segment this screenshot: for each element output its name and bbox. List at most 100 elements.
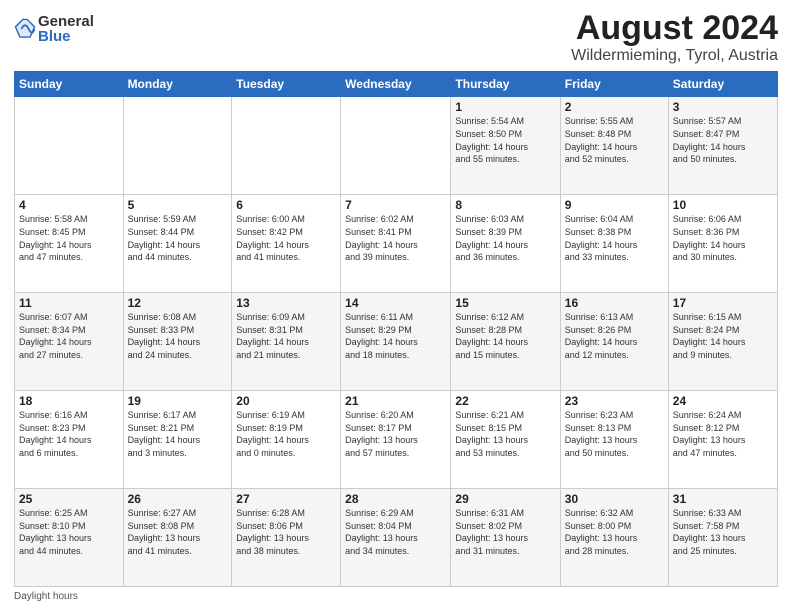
calendar-cell: 10Sunrise: 6:06 AM Sunset: 8:36 PM Dayli…: [668, 195, 777, 293]
day-info: Sunrise: 5:58 AM Sunset: 8:45 PM Dayligh…: [19, 213, 119, 263]
calendar-cell: 14Sunrise: 6:11 AM Sunset: 8:29 PM Dayli…: [341, 293, 451, 391]
day-number: 17: [673, 296, 773, 310]
day-header-row: Sunday Monday Tuesday Wednesday Thursday…: [15, 72, 778, 97]
day-number: 8: [455, 198, 555, 212]
day-info: Sunrise: 6:04 AM Sunset: 8:38 PM Dayligh…: [565, 213, 664, 263]
day-number: 20: [236, 394, 336, 408]
day-info: Sunrise: 6:31 AM Sunset: 8:02 PM Dayligh…: [455, 507, 555, 557]
header-tuesday: Tuesday: [232, 72, 341, 97]
calendar-cell: 13Sunrise: 6:09 AM Sunset: 8:31 PM Dayli…: [232, 293, 341, 391]
day-number: 29: [455, 492, 555, 506]
calendar-week-2: 4Sunrise: 5:58 AM Sunset: 8:45 PM Daylig…: [15, 195, 778, 293]
calendar-cell: 21Sunrise: 6:20 AM Sunset: 8:17 PM Dayli…: [341, 391, 451, 489]
day-number: 25: [19, 492, 119, 506]
day-info: Sunrise: 5:57 AM Sunset: 8:47 PM Dayligh…: [673, 115, 773, 165]
calendar-cell: 18Sunrise: 6:16 AM Sunset: 8:23 PM Dayli…: [15, 391, 124, 489]
header-sunday: Sunday: [15, 72, 124, 97]
calendar-table: Sunday Monday Tuesday Wednesday Thursday…: [14, 71, 778, 587]
day-number: 1: [455, 100, 555, 114]
header-friday: Friday: [560, 72, 668, 97]
day-number: 16: [565, 296, 664, 310]
calendar-cell: 8Sunrise: 6:03 AM Sunset: 8:39 PM Daylig…: [451, 195, 560, 293]
daylight-label: Daylight hours: [14, 591, 78, 602]
calendar-cell: 22Sunrise: 6:21 AM Sunset: 8:15 PM Dayli…: [451, 391, 560, 489]
day-number: 22: [455, 394, 555, 408]
day-number: 13: [236, 296, 336, 310]
day-number: 21: [345, 394, 446, 408]
calendar-cell: [341, 97, 451, 195]
day-number: 31: [673, 492, 773, 506]
calendar-cell: 1Sunrise: 5:54 AM Sunset: 8:50 PM Daylig…: [451, 97, 560, 195]
logo-icon: [14, 18, 36, 40]
day-info: Sunrise: 6:17 AM Sunset: 8:21 PM Dayligh…: [128, 409, 228, 459]
calendar-week-5: 25Sunrise: 6:25 AM Sunset: 8:10 PM Dayli…: [15, 489, 778, 587]
calendar-cell: 3Sunrise: 5:57 AM Sunset: 8:47 PM Daylig…: [668, 97, 777, 195]
day-info: Sunrise: 5:55 AM Sunset: 8:48 PM Dayligh…: [565, 115, 664, 165]
calendar-week-1: 1Sunrise: 5:54 AM Sunset: 8:50 PM Daylig…: [15, 97, 778, 195]
day-info: Sunrise: 6:16 AM Sunset: 8:23 PM Dayligh…: [19, 409, 119, 459]
month-title: August 2024: [571, 10, 778, 47]
calendar-cell: 26Sunrise: 6:27 AM Sunset: 8:08 PM Dayli…: [123, 489, 232, 587]
header-thursday: Thursday: [451, 72, 560, 97]
day-info: Sunrise: 5:54 AM Sunset: 8:50 PM Dayligh…: [455, 115, 555, 165]
calendar-cell: 20Sunrise: 6:19 AM Sunset: 8:19 PM Dayli…: [232, 391, 341, 489]
calendar-cell: 7Sunrise: 6:02 AM Sunset: 8:41 PM Daylig…: [341, 195, 451, 293]
day-info: Sunrise: 6:03 AM Sunset: 8:39 PM Dayligh…: [455, 213, 555, 263]
header-wednesday: Wednesday: [341, 72, 451, 97]
day-info: Sunrise: 6:12 AM Sunset: 8:28 PM Dayligh…: [455, 311, 555, 361]
day-info: Sunrise: 6:32 AM Sunset: 8:00 PM Dayligh…: [565, 507, 664, 557]
day-info: Sunrise: 6:27 AM Sunset: 8:08 PM Dayligh…: [128, 507, 228, 557]
calendar-cell: 31Sunrise: 6:33 AM Sunset: 7:58 PM Dayli…: [668, 489, 777, 587]
day-number: 6: [236, 198, 336, 212]
day-number: 11: [19, 296, 119, 310]
day-number: 23: [565, 394, 664, 408]
calendar-cell: 17Sunrise: 6:15 AM Sunset: 8:24 PM Dayli…: [668, 293, 777, 391]
day-info: Sunrise: 6:25 AM Sunset: 8:10 PM Dayligh…: [19, 507, 119, 557]
day-number: 5: [128, 198, 228, 212]
day-info: Sunrise: 6:11 AM Sunset: 8:29 PM Dayligh…: [345, 311, 446, 361]
day-info: Sunrise: 6:33 AM Sunset: 7:58 PM Dayligh…: [673, 507, 773, 557]
day-number: 18: [19, 394, 119, 408]
day-number: 15: [455, 296, 555, 310]
day-info: Sunrise: 6:02 AM Sunset: 8:41 PM Dayligh…: [345, 213, 446, 263]
header-monday: Monday: [123, 72, 232, 97]
day-number: 28: [345, 492, 446, 506]
page: General Blue August 2024 Wildermieming, …: [0, 0, 792, 612]
day-info: Sunrise: 6:23 AM Sunset: 8:13 PM Dayligh…: [565, 409, 664, 459]
day-number: 2: [565, 100, 664, 114]
calendar-cell: 28Sunrise: 6:29 AM Sunset: 8:04 PM Dayli…: [341, 489, 451, 587]
logo-text: General Blue: [38, 14, 94, 44]
calendar-cell: [123, 97, 232, 195]
calendar-cell: 15Sunrise: 6:12 AM Sunset: 8:28 PM Dayli…: [451, 293, 560, 391]
day-info: Sunrise: 6:21 AM Sunset: 8:15 PM Dayligh…: [455, 409, 555, 459]
day-info: Sunrise: 6:07 AM Sunset: 8:34 PM Dayligh…: [19, 311, 119, 361]
calendar-cell: 30Sunrise: 6:32 AM Sunset: 8:00 PM Dayli…: [560, 489, 668, 587]
calendar-cell: [232, 97, 341, 195]
day-info: Sunrise: 6:13 AM Sunset: 8:26 PM Dayligh…: [565, 311, 664, 361]
calendar-cell: 5Sunrise: 5:59 AM Sunset: 8:44 PM Daylig…: [123, 195, 232, 293]
day-number: 10: [673, 198, 773, 212]
day-info: Sunrise: 6:24 AM Sunset: 8:12 PM Dayligh…: [673, 409, 773, 459]
calendar-week-4: 18Sunrise: 6:16 AM Sunset: 8:23 PM Dayli…: [15, 391, 778, 489]
calendar-cell: 11Sunrise: 6:07 AM Sunset: 8:34 PM Dayli…: [15, 293, 124, 391]
calendar-cell: 2Sunrise: 5:55 AM Sunset: 8:48 PM Daylig…: [560, 97, 668, 195]
calendar-cell: 25Sunrise: 6:25 AM Sunset: 8:10 PM Dayli…: [15, 489, 124, 587]
day-number: 19: [128, 394, 228, 408]
header-saturday: Saturday: [668, 72, 777, 97]
logo-general-text: General: [38, 14, 94, 29]
day-info: Sunrise: 6:00 AM Sunset: 8:42 PM Dayligh…: [236, 213, 336, 263]
calendar-cell: 4Sunrise: 5:58 AM Sunset: 8:45 PM Daylig…: [15, 195, 124, 293]
day-info: Sunrise: 6:09 AM Sunset: 8:31 PM Dayligh…: [236, 311, 336, 361]
day-number: 14: [345, 296, 446, 310]
day-info: Sunrise: 5:59 AM Sunset: 8:44 PM Dayligh…: [128, 213, 228, 263]
calendar-cell: 19Sunrise: 6:17 AM Sunset: 8:21 PM Dayli…: [123, 391, 232, 489]
day-number: 9: [565, 198, 664, 212]
day-number: 12: [128, 296, 228, 310]
calendar-cell: 16Sunrise: 6:13 AM Sunset: 8:26 PM Dayli…: [560, 293, 668, 391]
day-info: Sunrise: 6:15 AM Sunset: 8:24 PM Dayligh…: [673, 311, 773, 361]
calendar-week-3: 11Sunrise: 6:07 AM Sunset: 8:34 PM Dayli…: [15, 293, 778, 391]
day-number: 4: [19, 198, 119, 212]
day-info: Sunrise: 6:28 AM Sunset: 8:06 PM Dayligh…: [236, 507, 336, 557]
logo: General Blue: [14, 14, 94, 44]
calendar-cell: 24Sunrise: 6:24 AM Sunset: 8:12 PM Dayli…: [668, 391, 777, 489]
